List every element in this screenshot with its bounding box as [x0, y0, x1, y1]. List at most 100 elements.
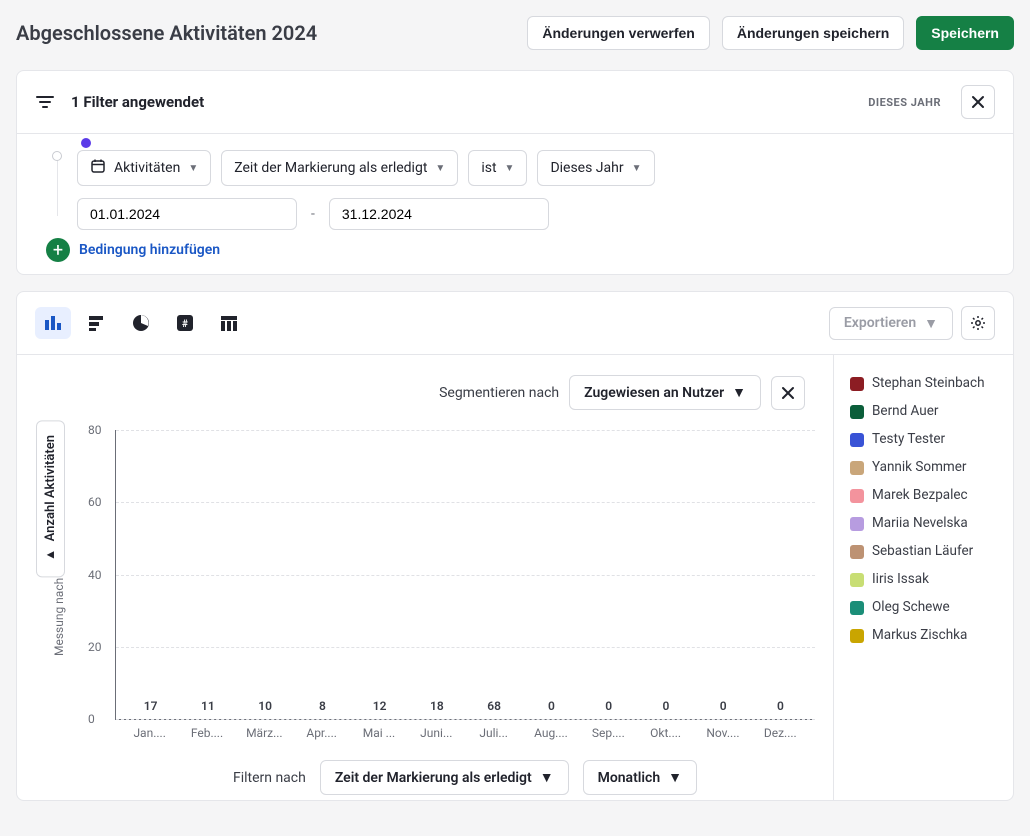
legend-label: Testy Tester [872, 431, 945, 447]
filter-value-label: Dieses Jahr [550, 160, 623, 176]
xtick: Juli... [465, 726, 522, 740]
xtick: Aug.... [522, 726, 579, 740]
yaxis-measure-value: Anzahl Aktivitäten [43, 435, 58, 541]
filter-field-chip[interactable]: Zeit der Markierung als erledigt ▼ [221, 150, 458, 186]
chart-grid: 171110812186800000 020406080 [115, 430, 815, 720]
legend-item[interactable]: Yannik Sommer [850, 459, 997, 475]
chart-panel: # Exportieren ▼ Segmentieren nach Zugewi… [16, 291, 1014, 801]
xtick: Nov.... [694, 726, 751, 740]
filter-icon [35, 92, 55, 112]
svg-text:#: # [182, 319, 188, 330]
page-title: Abgeschlossene Aktivitäten 2024 [16, 21, 515, 45]
filter-condition-row: Aktivitäten ▼ Zeit der Markierung als er… [77, 150, 995, 186]
legend-label: Marek Bezpalec [872, 487, 968, 503]
legend-label: Stephan Steinbach [872, 375, 985, 391]
gridline [116, 502, 815, 503]
legend-item[interactable]: Bernd Auer [850, 403, 997, 419]
chart-legend: Stephan Steinbach Bernd Auer Testy Tester Y… [833, 355, 1013, 800]
chevron-down-icon: ▼ [188, 163, 198, 174]
bar-total-label: 8 [319, 699, 326, 713]
filter-close-button[interactable] [961, 85, 995, 119]
ytick: 60 [88, 495, 102, 509]
legend-label: Yannik Sommer [872, 459, 966, 475]
filter-entity-chip[interactable]: Aktivitäten ▼ [77, 150, 211, 186]
plot-area: 171110812186800000 020406080 Jan....Feb.… [91, 420, 823, 780]
bottom-filter-interval-select[interactable]: Monatlich ▼ [583, 760, 697, 795]
legend-item[interactable]: Oleg Schewe [850, 599, 997, 615]
xtick: Dez.... [752, 726, 809, 740]
bottom-filter-interval-value: Monatlich [598, 770, 661, 786]
page-header: Abgeschlossene Aktivitäten 2024 Änderung… [16, 16, 1014, 50]
gridline [116, 575, 815, 576]
chevron-down-icon: ▼ [505, 163, 515, 174]
legend-label: Sebastian Läufer [872, 543, 973, 559]
legend-item[interactable]: Sebastian Läufer [850, 543, 997, 559]
filter-panel: 1 Filter angewendet DIESES JAHR Aktivitä… [16, 70, 1014, 275]
chevron-down-icon: ▼ [540, 769, 554, 786]
legend-swatch [850, 629, 864, 643]
legend-label: Mariia Nevelska [872, 515, 968, 531]
gridline [116, 719, 815, 720]
date-to-input[interactable] [329, 198, 549, 230]
segment-clear-button[interactable] [771, 376, 805, 410]
bar-total-label: 68 [487, 699, 501, 713]
legend-label: Iiris Issak [872, 571, 929, 587]
legend-item[interactable]: Mariia Nevelska [850, 515, 997, 531]
bar-total-label: 0 [777, 699, 784, 713]
filter-operator-chip[interactable]: ist ▼ [468, 150, 527, 186]
ytick: 0 [88, 712, 95, 726]
view-bar-chart-button[interactable] [79, 307, 115, 339]
view-column-chart-button[interactable] [35, 307, 71, 339]
save-changes-button[interactable]: Änderungen speichern [722, 16, 904, 50]
legend-item[interactable]: Marek Bezpalec [850, 487, 997, 503]
bar-total-label: 12 [373, 699, 387, 713]
ytick: 80 [88, 423, 102, 437]
save-button[interactable]: Speichern [916, 16, 1014, 50]
legend-label: Markus Zischka [872, 627, 967, 643]
xtick: Apr.... [293, 726, 350, 740]
segment-select[interactable]: Zugewiesen an Nutzer ▼ [569, 375, 761, 410]
bar-total-label: 10 [258, 699, 272, 713]
legend-swatch [850, 601, 864, 615]
bottom-filter-row: Filtern nach Zeit der Markierung als erl… [115, 740, 815, 803]
xtick: Sep.... [580, 726, 637, 740]
chart-xticks: Jan....Feb....März...Apr....Mai ...Juni.… [115, 720, 815, 740]
export-label: Exportieren [844, 315, 916, 331]
chevron-down-icon: ▼ [924, 315, 938, 332]
gridline [116, 430, 815, 431]
add-condition-link[interactable]: Bedingung hinzufügen [79, 242, 220, 258]
yaxis-measure-label: Messung nach [52, 592, 66, 656]
legend-item[interactable]: Stephan Steinbach [850, 375, 997, 391]
bar-total-label: 0 [548, 699, 555, 713]
legend-item[interactable]: Markus Zischka [850, 627, 997, 643]
add-condition-icon[interactable]: + [46, 238, 70, 262]
filter-period-badge: DIESES JAHR [868, 96, 941, 109]
chart-settings-button[interactable] [961, 306, 995, 340]
legend-label: Oleg Schewe [872, 599, 950, 615]
discard-button[interactable]: Änderungen verwerfen [527, 16, 709, 50]
chevron-down-icon: ▼ [632, 163, 642, 174]
bottom-filter-label: Filtern nach [233, 770, 306, 786]
bar-total-label: 18 [430, 699, 444, 713]
chevron-down-icon: ▼ [668, 769, 682, 786]
view-pie-chart-button[interactable] [123, 307, 159, 339]
yaxis-measure-button[interactable]: ▸ Anzahl Aktivitäten [36, 420, 65, 577]
chevron-down-icon: ▼ [732, 384, 746, 401]
bottom-filter-field-select[interactable]: Zeit der Markierung als erledigt ▼ [320, 760, 569, 795]
legend-swatch [850, 517, 864, 531]
segment-label: Segmentieren nach [439, 385, 559, 401]
legend-swatch [850, 433, 864, 447]
date-from-input[interactable] [77, 198, 297, 230]
export-button[interactable]: Exportieren ▼ [829, 307, 953, 340]
filter-rail [57, 156, 58, 216]
legend-item[interactable]: Testy Tester [850, 431, 997, 447]
legend-item[interactable]: Iiris Issak [850, 571, 997, 587]
legend-swatch [850, 461, 864, 475]
filter-applied-label: 1 Filter angewendet [71, 93, 852, 111]
filter-value-chip[interactable]: Dieses Jahr ▼ [537, 150, 654, 186]
chart-body: Segmentieren nach Zugewiesen an Nutzer ▼… [17, 354, 1013, 800]
yaxis-column: ▸ Anzahl Aktivitäten Messung nach [27, 420, 91, 780]
view-scorecard-button[interactable]: # [167, 307, 203, 339]
chevron-right-icon: ▸ [43, 547, 58, 562]
view-table-button[interactable] [211, 307, 247, 339]
